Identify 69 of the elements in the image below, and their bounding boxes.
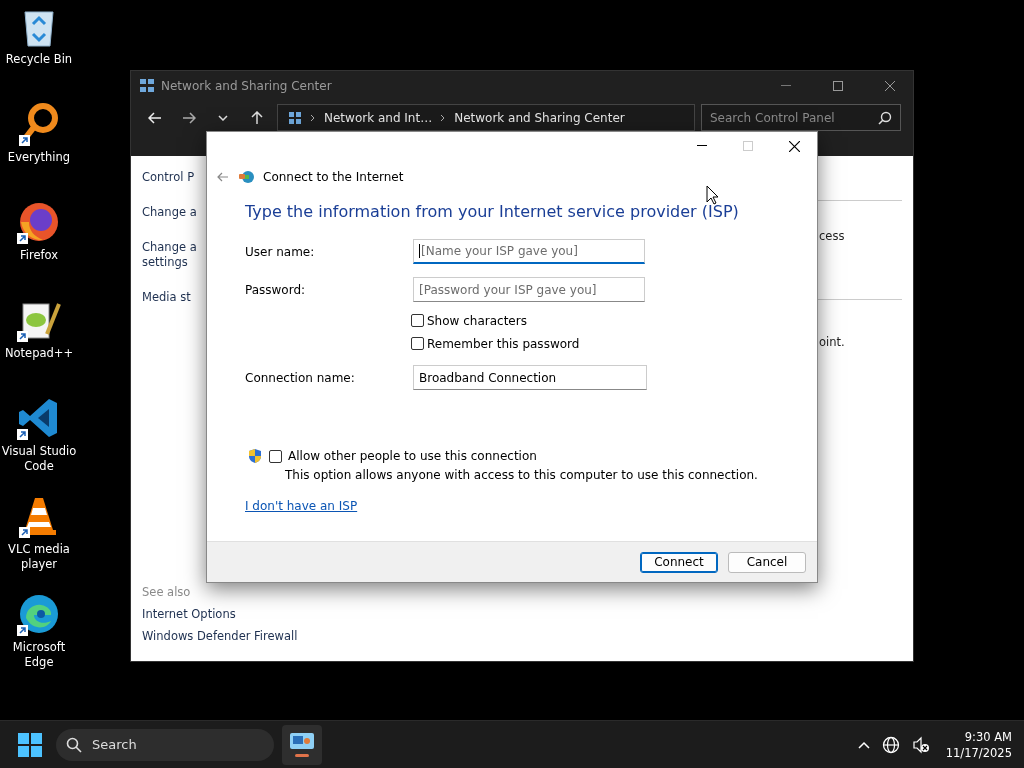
cursor-icon: [706, 185, 719, 205]
chevron-down-icon[interactable]: [218, 115, 228, 121]
checkbox-label: Allow other people to use this connection: [288, 449, 537, 463]
search-icon: [66, 736, 82, 753]
forward-arrow-icon[interactable]: [182, 112, 196, 124]
field-label: Password:: [245, 282, 307, 297]
search-box[interactable]: Search: [56, 728, 274, 761]
search-box[interactable]: Search Control Panel: [701, 104, 901, 131]
desktop-icon-label[interactable]: Visual Studio Code: [1, 444, 77, 474]
desktop-icon-label[interactable]: Recycle Bin: [1, 52, 77, 67]
dialog-heading: Type the information from your Internet service provider (ISP): [245, 202, 740, 221]
desktop-icon-label[interactable]: Everything: [1, 150, 77, 165]
desktop-icon-label[interactable]: Notepad++: [1, 346, 77, 361]
taskbar-app[interactable]: [282, 724, 322, 765]
description-text: oint.: [818, 335, 846, 349]
muted-speaker-icon[interactable]: [911, 735, 930, 754]
checkbox[interactable]: [269, 449, 282, 463]
search-field[interactable]: Search: [90, 736, 240, 753]
search-field[interactable]: Search Control Panel: [710, 110, 874, 125]
active-indicator: [295, 753, 309, 757]
chevron-right-icon: [440, 113, 447, 122]
minimize-icon[interactable]: [697, 145, 707, 147]
close-icon[interactable]: [885, 81, 895, 91]
input-field[interactable]: [Name your ISP gave you]: [413, 239, 645, 264]
checkbox-label: Remember this password: [427, 336, 580, 351]
checkbox[interactable]: [411, 337, 424, 350]
task-link[interactable]: Control P: [142, 170, 204, 185]
breadcrumb-item[interactable]: Network and Sharing Center: [454, 110, 625, 125]
fox-icon: [17, 200, 61, 244]
checkbox[interactable]: [411, 314, 424, 327]
checkbox-label: Show characters: [427, 313, 527, 328]
address-bar[interactable]: Network and Int… Network and Sharing Center: [277, 104, 695, 131]
search-icon: [878, 110, 892, 125]
task-link[interactable]: Change a: [142, 205, 204, 220]
dialog-button[interactable]: Cancel: [728, 551, 806, 573]
see-also-link[interactable]: Internet Options: [142, 607, 322, 621]
shield-icon: [247, 448, 263, 464]
text-box[interactable]: Broadband Connection: [413, 365, 647, 390]
field-label: User name:: [245, 244, 316, 259]
isp-link[interactable]: I don't have an ISP: [245, 499, 358, 513]
up-arrow-icon[interactable]: [251, 111, 263, 125]
start-icon[interactable]: [18, 732, 42, 757]
globe-icon[interactable]: [881, 735, 900, 754]
desktop-icon-label[interactable]: Microsoft Edge: [1, 640, 77, 670]
task-link[interactable]: Media st: [142, 290, 204, 305]
control-panel-icon: [290, 732, 314, 751]
input-field[interactable]: [Password your ISP gave you]: [413, 277, 645, 302]
dialog-title: Connect to the Internet: [263, 170, 404, 184]
wave-logo-icon: [17, 592, 61, 636]
globe-icon: [239, 170, 255, 184]
maximize-icon[interactable]: [833, 81, 843, 91]
see-also-link[interactable]: Windows Defender Firewall: [142, 629, 322, 643]
task-link[interactable]: Change a settings: [142, 240, 204, 270]
desktop-icon-label[interactable]: VLC media player: [1, 542, 77, 572]
chevron-up-icon[interactable]: [857, 740, 870, 749]
desktop-icon-label[interactable]: Firefox: [1, 248, 77, 263]
description-text: This option allows anyone with access to this computer to use this connection.: [285, 468, 759, 482]
clock[interactable]: 9:30 AM 11/17/2025: [945, 728, 1012, 761]
breadcrumb-item[interactable]: Network and Int…: [324, 110, 433, 125]
chevron-right-icon: [310, 113, 316, 122]
network-icon: [288, 110, 302, 125]
section-heading: See also: [142, 585, 192, 599]
field-label: Connection name:: [245, 370, 356, 385]
dialog-button[interactable]: Connect: [640, 551, 718, 573]
input-field[interactable]: Broadband Connection: [419, 370, 646, 385]
description-text: cess: [818, 229, 846, 243]
close-icon[interactable]: [788, 140, 800, 152]
network-icon: [139, 78, 155, 94]
window-title: Network and Sharing Center: [161, 79, 333, 93]
